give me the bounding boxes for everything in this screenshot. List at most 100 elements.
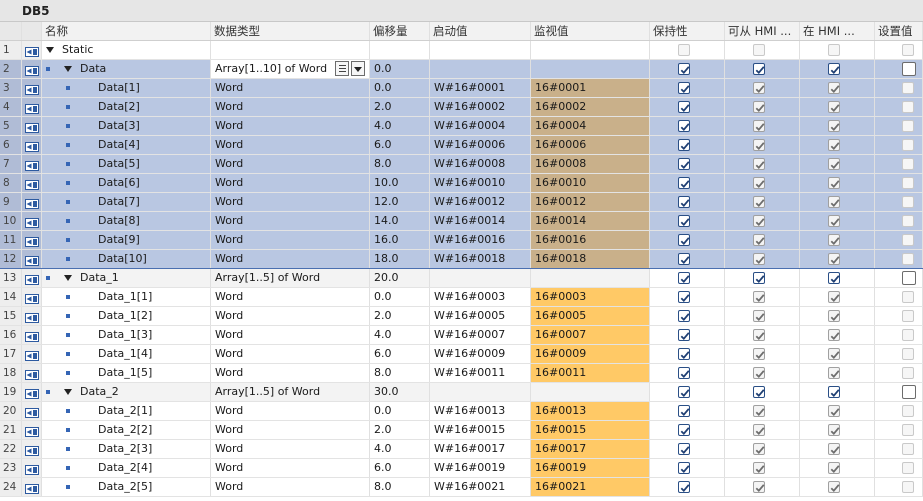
name-cell[interactable]: Data_2 [42, 383, 211, 401]
list-picker-icon[interactable] [335, 61, 349, 76]
start-value-cell[interactable] [430, 383, 531, 401]
expand-triangle-icon[interactable] [64, 275, 72, 281]
datatype-cell[interactable]: Word [211, 345, 370, 363]
start-value-cell[interactable]: W#16#0004 [430, 117, 531, 135]
hmi-accessible-checkbox[interactable] [753, 177, 765, 189]
hmi-accessible-checkbox[interactable] [753, 348, 765, 360]
datatype-cell[interactable]: Word [211, 98, 370, 116]
retain-checkbox[interactable] [678, 348, 690, 360]
start-value-cell[interactable] [430, 269, 531, 287]
hmi-visible-checkbox[interactable] [828, 348, 840, 360]
hmi-visible-checkbox[interactable] [828, 443, 840, 455]
header-start-value[interactable]: 启动值 [430, 22, 531, 40]
setpoint-checkbox[interactable] [902, 44, 914, 56]
datatype-cell[interactable]: Word [211, 307, 370, 325]
name-cell[interactable]: Data_1 [42, 269, 211, 287]
table-row[interactable]: 2 Data Array[1..10] of Word 0.0 [0, 60, 923, 79]
retain-checkbox[interactable] [678, 405, 690, 417]
hmi-accessible-checkbox[interactable] [753, 272, 765, 284]
header-hmi-visible[interactable]: 在 HMI ... [800, 22, 875, 40]
table-row[interactable]: 18 Data_1[5] Word 8.0 W#16#0011 16#0011 [0, 364, 923, 383]
setpoint-checkbox[interactable] [902, 462, 914, 474]
setpoint-checkbox[interactable] [902, 196, 914, 208]
start-value-cell[interactable]: W#16#0002 [430, 98, 531, 116]
name-cell[interactable]: Data_2[1] [42, 402, 211, 420]
retain-checkbox[interactable] [678, 215, 690, 227]
hmi-visible-checkbox[interactable] [828, 177, 840, 189]
hmi-visible-checkbox[interactable] [828, 329, 840, 341]
hmi-accessible-checkbox[interactable] [753, 329, 765, 341]
retain-checkbox[interactable] [678, 63, 690, 75]
retain-checkbox[interactable] [678, 120, 690, 132]
hmi-visible-checkbox[interactable] [828, 139, 840, 151]
hmi-visible-checkbox[interactable] [828, 44, 840, 56]
hmi-visible-checkbox[interactable] [828, 386, 840, 398]
start-value-cell[interactable]: W#16#0017 [430, 440, 531, 458]
table-row[interactable]: 16 Data_1[3] Word 4.0 W#16#0007 16#0007 [0, 326, 923, 345]
datatype-cell[interactable]: Word [211, 136, 370, 154]
setpoint-checkbox[interactable] [902, 424, 914, 436]
table-row[interactable]: 4 Data[2] Word 2.0 W#16#0002 16#0002 [0, 98, 923, 117]
header-name[interactable]: 名称 [42, 22, 211, 40]
datatype-cell[interactable]: Array[1..5] of Word [211, 383, 370, 401]
setpoint-checkbox[interactable] [902, 82, 914, 94]
setpoint-checkbox[interactable] [902, 481, 914, 493]
name-cell[interactable]: Static [42, 41, 211, 59]
setpoint-checkbox[interactable] [902, 385, 916, 399]
retain-checkbox[interactable] [678, 291, 690, 303]
datatype-cell[interactable]: Word [211, 193, 370, 211]
datatype-cell[interactable]: Word [211, 231, 370, 249]
table-row[interactable]: 14 Data_1[1] Word 0.0 W#16#0003 16#0003 [0, 288, 923, 307]
hmi-visible-checkbox[interactable] [828, 82, 840, 94]
name-cell[interactable]: Data_2[4] [42, 459, 211, 477]
retain-checkbox[interactable] [678, 101, 690, 113]
setpoint-checkbox[interactable] [902, 329, 914, 341]
name-cell[interactable]: Data[9] [42, 231, 211, 249]
datatype-cell[interactable] [211, 41, 370, 59]
setpoint-checkbox[interactable] [902, 158, 914, 170]
name-cell[interactable]: Data[7] [42, 193, 211, 211]
setpoint-checkbox[interactable] [902, 405, 914, 417]
setpoint-checkbox[interactable] [902, 120, 914, 132]
setpoint-checkbox[interactable] [902, 291, 914, 303]
retain-checkbox[interactable] [678, 196, 690, 208]
name-cell[interactable]: Data[2] [42, 98, 211, 116]
start-value-cell[interactable]: W#16#0013 [430, 402, 531, 420]
table-row[interactable]: 9 Data[7] Word 12.0 W#16#0012 16#0012 [0, 193, 923, 212]
table-row[interactable]: 20 Data_2[1] Word 0.0 W#16#0013 16#0013 [0, 402, 923, 421]
start-value-cell[interactable]: W#16#0021 [430, 478, 531, 496]
datatype-cell[interactable]: Word [211, 212, 370, 230]
start-value-cell[interactable]: W#16#0008 [430, 155, 531, 173]
setpoint-checkbox[interactable] [902, 234, 914, 246]
name-cell[interactable]: Data_1[3] [42, 326, 211, 344]
start-value-cell[interactable]: W#16#0007 [430, 326, 531, 344]
datatype-cell[interactable]: Word [211, 117, 370, 135]
hmi-visible-checkbox[interactable] [828, 63, 840, 75]
retain-checkbox[interactable] [678, 443, 690, 455]
hmi-accessible-checkbox[interactable] [753, 139, 765, 151]
datatype-cell[interactable]: Word [211, 440, 370, 458]
expand-triangle-icon[interactable] [64, 389, 72, 395]
table-row[interactable]: 22 Data_2[3] Word 4.0 W#16#0017 16#0017 [0, 440, 923, 459]
table-row[interactable]: 13 Data_1 Array[1..5] of Word 20.0 [0, 269, 923, 288]
start-value-cell[interactable]: W#16#0018 [430, 250, 531, 268]
hmi-visible-checkbox[interactable] [828, 405, 840, 417]
name-cell[interactable]: Data_1[2] [42, 307, 211, 325]
setpoint-checkbox[interactable] [902, 443, 914, 455]
start-value-cell[interactable] [430, 41, 531, 59]
name-cell[interactable]: Data [42, 60, 211, 78]
datatype-cell[interactable]: Word [211, 326, 370, 344]
table-row[interactable]: 6 Data[4] Word 6.0 W#16#0006 16#0006 [0, 136, 923, 155]
name-cell[interactable]: Data[3] [42, 117, 211, 135]
setpoint-checkbox[interactable] [902, 253, 914, 265]
hmi-visible-checkbox[interactable] [828, 481, 840, 493]
hmi-visible-checkbox[interactable] [828, 215, 840, 227]
start-value-cell[interactable]: W#16#0006 [430, 136, 531, 154]
datatype-cell[interactable]: Word [211, 288, 370, 306]
setpoint-checkbox[interactable] [902, 310, 914, 322]
start-value-cell[interactable]: W#16#0012 [430, 193, 531, 211]
start-value-cell[interactable]: W#16#0009 [430, 345, 531, 363]
setpoint-checkbox[interactable] [902, 101, 914, 113]
start-value-cell[interactable] [430, 60, 531, 78]
hmi-accessible-checkbox[interactable] [753, 443, 765, 455]
